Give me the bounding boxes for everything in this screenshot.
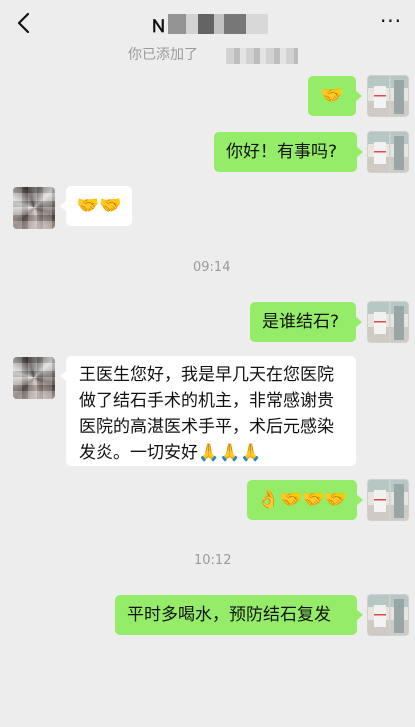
chevron-left-icon[interactable] — [14, 12, 36, 34]
message-bubble-sent[interactable]: 是谁结石? — [250, 302, 362, 342]
message-text: 🤝 — [320, 85, 344, 106]
my-avatar[interactable] — [367, 479, 409, 521]
message-bubble-sent[interactable]: 你好！有事吗? — [214, 132, 363, 172]
message-text: 王医生您好，我是早几天在您医院做了结石手术的机主，非常感谢贵医院的高湛医术手平，… — [79, 365, 334, 463]
contact-avatar[interactable] — [13, 357, 55, 399]
my-avatar[interactable] — [367, 75, 409, 117]
system-notice: 你已添加了 — [128, 47, 198, 63]
my-avatar[interactable] — [367, 301, 409, 343]
message-bubble-received[interactable]: 王医生您好，我是早几天在您医院做了结石手术的机主，非常感谢贵医院的高湛医术手平，… — [60, 356, 356, 466]
my-avatar[interactable] — [367, 594, 409, 636]
contact-avatar[interactable] — [13, 187, 55, 229]
message-text: 🤝🤝 — [76, 195, 122, 216]
message-bubble-sent[interactable]: 平时多喝水，预防结石复发 — [115, 595, 363, 635]
timestamp: 09:14 — [193, 260, 231, 275]
more-dots-icon[interactable]: ··· — [379, 11, 403, 34]
system-notice-redacted — [226, 48, 298, 64]
message-text: 平时多喝水，预防结石复发 — [127, 605, 331, 625]
chat-header: Ｎ ··· — [0, 0, 415, 50]
message-text: 你好！有事吗? — [226, 142, 338, 162]
message-bubble-sent[interactable]: 👌🤝🤝🤝 — [247, 480, 363, 520]
timestamp: 10:12 — [194, 553, 232, 568]
chat-title: Ｎ — [150, 17, 167, 37]
chat-title-redacted — [168, 14, 268, 34]
message-bubble-received[interactable]: 🤝🤝 — [60, 186, 132, 226]
my-avatar[interactable] — [367, 131, 409, 173]
message-text: 是谁结石? — [262, 312, 340, 332]
message-bubble-sent[interactable]: 🤝 — [308, 76, 362, 116]
message-text: 👌🤝🤝🤝 — [257, 489, 347, 510]
